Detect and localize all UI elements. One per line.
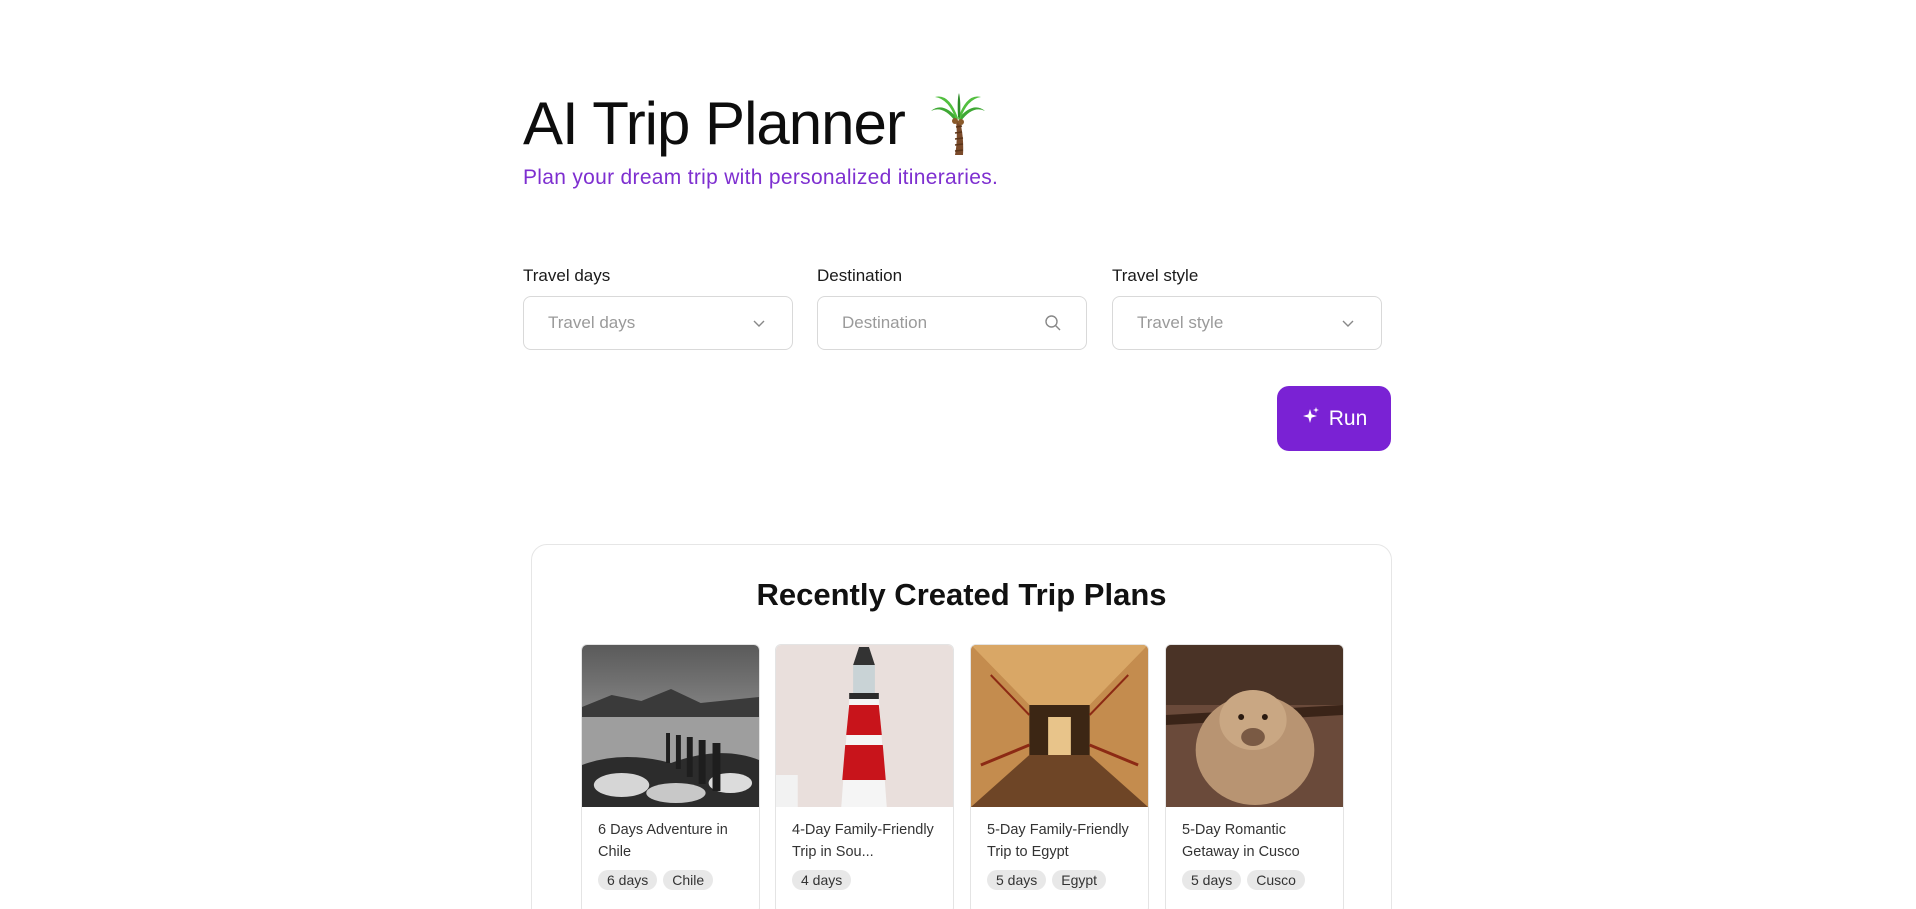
page-subtitle: Plan your dream trip with personalized i… bbox=[523, 166, 999, 189]
trip-card-family-south[interactable]: 4-Day Family-Friendly Trip in Sou... 4 d… bbox=[775, 644, 954, 909]
trip-card-tags: 4 days bbox=[792, 870, 852, 890]
trip-card-egypt[interactable]: 5-Day Family-Friendly Trip to Egypt 5 da… bbox=[970, 644, 1149, 909]
travel-days-label: Travel days bbox=[523, 266, 611, 285]
travel-days-select[interactable]: Travel days bbox=[523, 296, 793, 350]
tag-days: 5 days bbox=[987, 870, 1047, 890]
destination-input[interactable]: Destination bbox=[817, 296, 1087, 350]
tag-days: 5 days bbox=[1182, 870, 1242, 890]
trip-card-title: 5-Day Romantic Getaway in Cusco bbox=[1182, 822, 1300, 860]
travel-style-select[interactable]: Travel style bbox=[1112, 296, 1382, 350]
run-button[interactable]: Run bbox=[1277, 386, 1391, 451]
run-button-label: Run bbox=[1328, 406, 1368, 430]
trip-card-cusco[interactable]: 5-Day Romantic Getaway in Cusco 5 days C… bbox=[1165, 644, 1344, 909]
trip-card-title: 6 Days Adventure in Chile bbox=[598, 822, 728, 860]
palm-tree-icon bbox=[929, 91, 987, 157]
search-icon bbox=[1044, 314, 1062, 332]
trip-card-title: 5-Day Family-Friendly Trip to Egypt bbox=[987, 822, 1129, 860]
trip-image-chile-pier bbox=[582, 645, 759, 807]
trip-image-cusco-alpaca bbox=[1166, 645, 1343, 807]
page: AI Trip Planner Plan your dream trip wit… bbox=[0, 0, 1916, 909]
chevron-down-icon bbox=[750, 314, 768, 332]
page-title-text: AI Trip Planner bbox=[523, 90, 906, 157]
travel-style-label: Travel style bbox=[1112, 266, 1199, 285]
trip-card-chile[interactable]: 6 Days Adventure in Chile 6 days Chile bbox=[581, 644, 760, 909]
trip-card-title: 4-Day Family-Friendly Trip in Sou... bbox=[792, 822, 934, 860]
chevron-down-icon bbox=[1339, 314, 1357, 332]
travel-days-placeholder: Travel days bbox=[548, 313, 636, 332]
trip-image-lighthouse bbox=[776, 645, 953, 807]
trip-card-tags: 6 days Chile bbox=[598, 870, 714, 890]
recent-trip-plans-title: Recently Created Trip Plans bbox=[756, 577, 1167, 612]
tag-destination: Chile bbox=[663, 870, 714, 890]
trip-image-egypt-tomb bbox=[971, 645, 1148, 807]
page-title: AI Trip Planner bbox=[523, 88, 987, 160]
destination-placeholder: Destination bbox=[842, 313, 928, 332]
tag-destination: Egypt bbox=[1052, 870, 1107, 890]
destination-label: Destination bbox=[817, 266, 903, 285]
tag-destination: Cusco bbox=[1247, 870, 1305, 890]
recent-trip-plans-panel: Recently Created Trip Plans 6 Days Adven… bbox=[531, 544, 1392, 909]
tag-days: 4 days bbox=[792, 870, 852, 890]
tag-days: 6 days bbox=[598, 870, 658, 890]
travel-style-placeholder: Travel style bbox=[1137, 313, 1224, 332]
sparkle-icon bbox=[1301, 406, 1321, 432]
trip-card-tags: 5 days Egypt bbox=[987, 870, 1107, 890]
trip-card-tags: 5 days Cusco bbox=[1182, 870, 1305, 890]
